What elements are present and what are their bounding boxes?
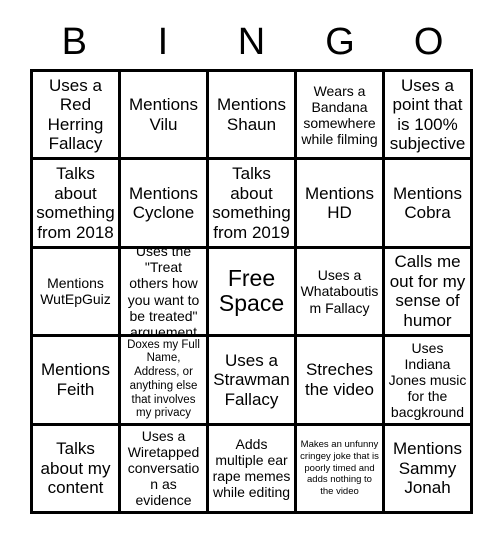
- bingo-cell-r2c3[interactable]: Talks about something from 2019: [209, 160, 297, 249]
- bingo-cell-text: Free Space: [218, 264, 285, 317]
- bingo-grid: Uses a Red Herring Fallacy Mentions Vilu…: [30, 69, 473, 514]
- bingo-cell-text: Talks about something from 2019: [212, 164, 291, 242]
- header-letter-i: I: [157, 21, 169, 63]
- bingo-cell-text: Talks about my content: [40, 438, 111, 498]
- bingo-cell-text: Uses a Strawman Fallacy: [213, 350, 290, 409]
- bingo-cell-text: Uses a Wiretapped conversation as eviden…: [127, 428, 200, 509]
- header-letter-b: B: [61, 21, 87, 63]
- bingo-cell-text: Wears a Bandana somewhere while filming: [301, 82, 378, 147]
- bingo-cell-r5c4[interactable]: Makes an unfunny cringey joke that is po…: [297, 425, 385, 514]
- bingo-cell-text: Uses a Whataboutism Fallacy: [300, 267, 379, 316]
- bingo-cell-text: Mentions Feith: [41, 360, 110, 399]
- bingo-cell-text: Mentions Vilu: [129, 95, 198, 134]
- bingo-cell-r3c2[interactable]: Uses the "Treat others how you want to b…: [121, 248, 209, 338]
- bingo-cell-r4c2[interactable]: Doxes my Full Name, Address, or anything…: [121, 337, 209, 426]
- bingo-cell-text: Mentions Shaun: [217, 95, 286, 134]
- bingo-cell-free-space[interactable]: Free Space: [209, 248, 297, 338]
- bingo-cell-text: Adds multiple ear rape memes while editi…: [212, 436, 291, 501]
- bingo-cell-r5c3[interactable]: Adds multiple ear rape memes while editi…: [209, 425, 297, 514]
- bingo-cell-text: Uses the "Treat others how you want to b…: [127, 248, 200, 338]
- bingo-cell-r1c2[interactable]: Mentions Vilu: [121, 72, 209, 161]
- bingo-cell-text: Doxes my Full Name, Address, or anything…: [127, 338, 200, 420]
- bingo-cell-r1c3[interactable]: Mentions Shaun: [209, 72, 297, 161]
- bingo-cell-r3c4[interactable]: Uses a Whataboutism Fallacy: [297, 248, 385, 338]
- header-letter-o: O: [413, 21, 444, 63]
- bingo-card: B I N G O Uses a Red Herring Fallacy Men…: [0, 0, 501, 544]
- bingo-cell-text: Uses a Red Herring Fallacy: [47, 75, 104, 154]
- bingo-cell-text: Mentions HD: [305, 183, 374, 223]
- bingo-cell-text: Uses a point that is 100% subjective: [389, 75, 466, 154]
- bingo-cell-r5c1[interactable]: Talks about my content: [33, 425, 121, 514]
- bingo-cell-r3c5[interactable]: Calls me out for my sense of humor: [385, 248, 473, 338]
- bingo-cell-text: Calls me out for my sense of humor: [389, 252, 466, 331]
- bingo-cell-r1c5[interactable]: Uses a point that is 100% subjective: [385, 72, 473, 161]
- bingo-cell-r1c4[interactable]: Wears a Bandana somewhere while filming: [297, 72, 385, 161]
- bingo-cell-text: Mentions Cobra: [393, 183, 462, 223]
- bingo-cell-text: Mentions WutEpGuiz: [40, 275, 111, 308]
- bingo-cell-text: Makes an unfunny cringey joke that is po…: [300, 439, 379, 497]
- bingo-cell-r2c4[interactable]: Mentions HD: [297, 160, 385, 249]
- bingo-cell-r2c1[interactable]: Talks about something from 2018: [33, 160, 121, 249]
- bingo-cell-text: Talks about something from 2018: [36, 164, 115, 242]
- bingo-cell-r5c2[interactable]: Uses a Wiretapped conversation as eviden…: [121, 425, 209, 514]
- bingo-cell-r2c2[interactable]: Mentions Cyclone: [121, 160, 209, 249]
- bingo-cell-r3c1[interactable]: Mentions WutEpGuiz: [33, 248, 121, 338]
- bingo-cell-text: Uses Indiana Jones music for the bacgkro…: [388, 339, 467, 421]
- header-letter-n: N: [237, 21, 266, 63]
- bingo-cell-text: Mentions Sammy Jonah: [393, 438, 462, 498]
- bingo-cell-r4c4[interactable]: Streches the video: [297, 337, 385, 426]
- bingo-cell-r2c5[interactable]: Mentions Cobra: [385, 160, 473, 249]
- bingo-cell-r5c5[interactable]: Mentions Sammy Jonah: [385, 425, 473, 514]
- bingo-cell-text: Mentions Cyclone: [129, 183, 198, 223]
- header-letter-g: G: [325, 21, 355, 63]
- bingo-cell-r1c1[interactable]: Uses a Red Herring Fallacy: [33, 72, 121, 161]
- bingo-header: B I N G O: [30, 16, 473, 68]
- bingo-cell-r4c5[interactable]: Uses Indiana Jones music for the bacgkro…: [385, 337, 473, 426]
- bingo-cell-r4c3[interactable]: Uses a Strawman Fallacy: [209, 337, 297, 426]
- bingo-cell-r4c1[interactable]: Mentions Feith: [33, 337, 121, 426]
- bingo-cell-text: Streches the video: [305, 360, 374, 399]
